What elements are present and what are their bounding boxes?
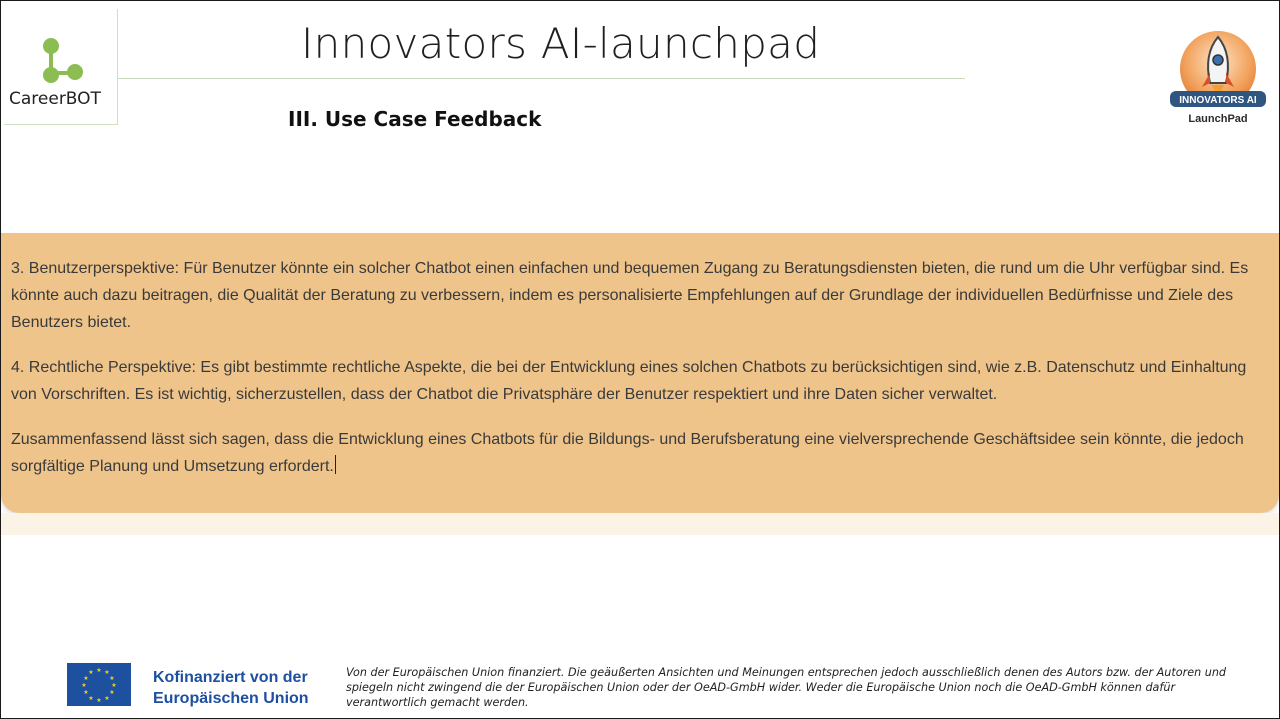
panel-underlay bbox=[1, 513, 1279, 535]
svg-text:★: ★ bbox=[88, 669, 93, 676]
text-caret bbox=[334, 455, 336, 474]
feedback-panel[interactable]: 3. Benutzerperspektive: Für Benutzer kön… bbox=[1, 233, 1279, 513]
logo-label: CareerBOT bbox=[9, 89, 101, 109]
careerbot-logo-icon bbox=[43, 38, 83, 83]
svg-text:★: ★ bbox=[88, 695, 93, 702]
paragraph-user-perspective: 3. Benutzerperspektive: Für Benutzer kön… bbox=[11, 260, 1249, 331]
svg-text:★: ★ bbox=[96, 697, 101, 704]
eu-label-line1: Kofinanziert von der bbox=[153, 669, 308, 686]
eu-cofunding-label: Kofinanziert von der Europäischen Union bbox=[153, 667, 309, 709]
page-title: Innovators AI-launchpad bbox=[301, 19, 821, 68]
svg-text:★: ★ bbox=[83, 689, 88, 696]
badge-top-text: INNOVATORS AI bbox=[1179, 95, 1257, 106]
title-rule bbox=[117, 78, 965, 79]
svg-text:★: ★ bbox=[111, 682, 116, 689]
paragraph-summary-text: Zusammenfassend lässt sich sagen, dass d… bbox=[11, 431, 1244, 475]
paragraph-legal-perspective: 4. Rechtliche Perspektive: Es gibt besti… bbox=[11, 359, 1247, 403]
slide: CareerBOT Innovators AI-launchpad III. U… bbox=[0, 0, 1280, 719]
feedback-text[interactable]: 3. Benutzerperspektive: Für Benutzer kön… bbox=[11, 255, 1271, 498]
section-subtitle: III. Use Case Feedback bbox=[288, 107, 542, 131]
eu-label-line2: Europäischen Union bbox=[153, 690, 309, 707]
svg-text:★: ★ bbox=[81, 682, 86, 689]
svg-text:★: ★ bbox=[109, 675, 114, 682]
svg-text:★: ★ bbox=[83, 675, 88, 682]
badge-bottom-text: LaunchPad bbox=[1188, 113, 1247, 125]
rocket-badge-icon: INNOVATORS AI LaunchPad bbox=[1170, 31, 1266, 125]
eu-disclaimer: Von der Europäischen Union finanziert. D… bbox=[346, 666, 1227, 709]
careerbot-logo: CareerBOT bbox=[4, 9, 118, 125]
svg-text:★: ★ bbox=[96, 667, 101, 674]
eu-flag-icon: ★ ★ ★ ★ ★ ★ ★ ★ ★ ★ ★ ★ bbox=[67, 663, 131, 706]
svg-text:★: ★ bbox=[109, 689, 114, 696]
svg-text:★: ★ bbox=[104, 695, 109, 702]
paragraph-summary: Zusammenfassend lässt sich sagen, dass d… bbox=[11, 426, 1271, 480]
